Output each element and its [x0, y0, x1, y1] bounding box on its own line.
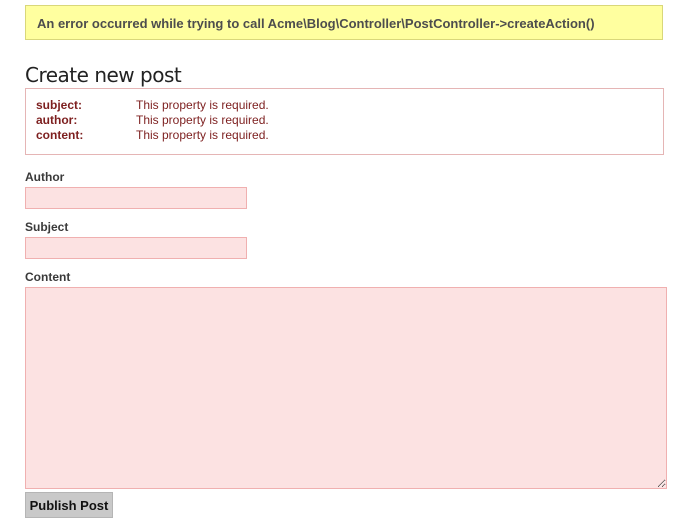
flash-error-message: An error occurred while trying to call A…: [25, 5, 663, 40]
page-title: Create new post: [25, 63, 182, 87]
subject-input[interactable]: [25, 237, 247, 259]
validation-error-content: content: This property is required.: [36, 128, 663, 143]
author-input[interactable]: [25, 187, 247, 209]
validation-error-subject: subject: This property is required.: [36, 98, 663, 113]
validation-error-field: content:: [36, 128, 84, 142]
validation-error-message: This property is required.: [136, 98, 269, 112]
publish-post-button[interactable]: Publish Post: [25, 492, 113, 518]
content-label: Content: [25, 270, 71, 284]
validation-error-author: author: This property is required.: [36, 113, 663, 128]
author-label: Author: [25, 170, 65, 184]
validation-error-message: This property is required.: [136, 128, 269, 142]
validation-errors: subject: This property is required. auth…: [25, 88, 664, 155]
content-textarea[interactable]: [25, 287, 667, 489]
subject-label: Subject: [25, 220, 69, 234]
validation-error-field: author:: [36, 113, 78, 127]
validation-error-message: This property is required.: [136, 113, 269, 127]
validation-error-field: subject:: [36, 98, 83, 112]
